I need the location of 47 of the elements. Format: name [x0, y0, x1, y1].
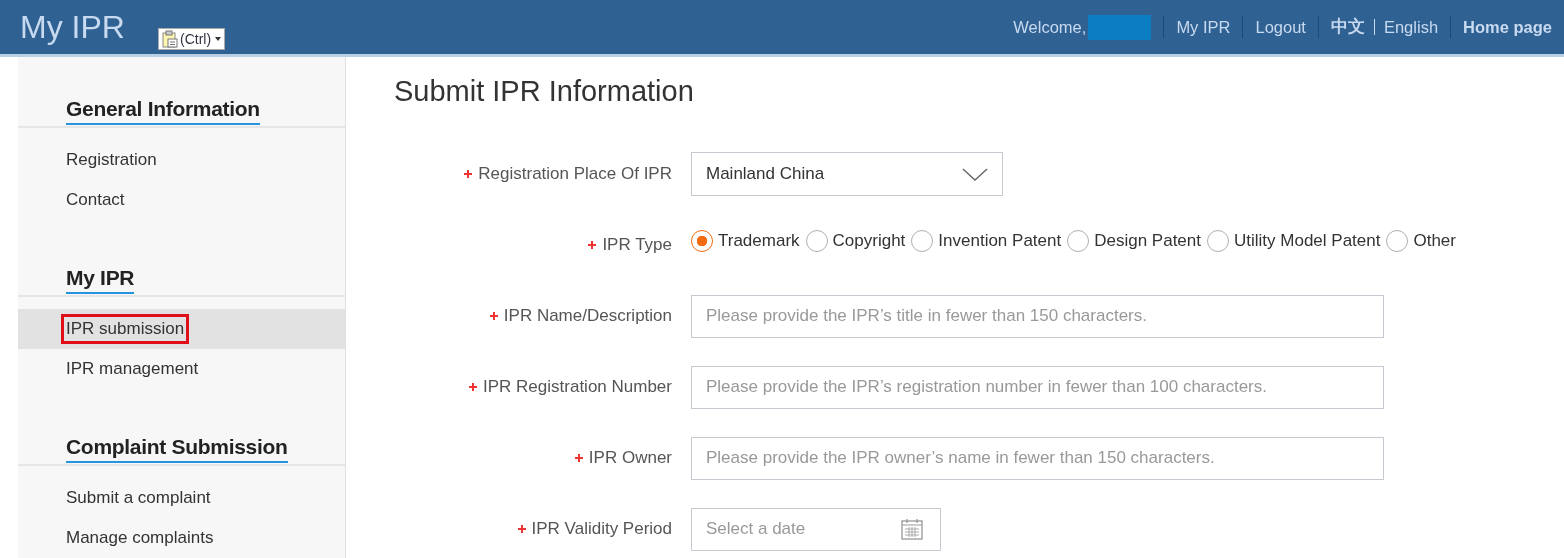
- sidebar-item[interactable]: Contact: [18, 180, 345, 220]
- caret-icon: [215, 37, 222, 41]
- field-label: Registration Place Of IPR: [478, 164, 672, 184]
- sidebar-item[interactable]: Registration: [18, 140, 345, 180]
- sidebar-item[interactable]: IPR submission: [18, 309, 345, 349]
- calendar-icon: [901, 517, 923, 540]
- radio-button[interactable]: [1067, 230, 1090, 252]
- radio-button[interactable]: [691, 230, 713, 252]
- field-label: IPR Validity Period: [531, 519, 672, 539]
- redacted-username: [1088, 14, 1152, 40]
- radio-option[interactable]: Copyright: [805, 230, 906, 252]
- sidebar-item[interactable]: IPR management: [18, 349, 345, 389]
- chevron-down-icon: [962, 167, 988, 181]
- dropdown[interactable]: Mainland China: [691, 152, 1003, 196]
- input-field[interactable]: Please provide the IPR’s registration number in fewer than 100 characters.: [691, 365, 1384, 409]
- home-page-link[interactable]: Home page: [1463, 17, 1552, 37]
- language-link[interactable]: 中文: [1330, 16, 1365, 38]
- sidebar-item[interactable]: Submit a complaint: [18, 478, 345, 518]
- input-field[interactable]: Please provide the IPR’s title in fewer than 150 characters.: [691, 294, 1384, 338]
- radio-button[interactable]: [805, 230, 828, 252]
- sidebar-item[interactable]: Manage complaints: [18, 518, 345, 558]
- clipboard-icon: [162, 30, 178, 48]
- paste-options-button[interactable]: (Ctrl): [158, 28, 226, 50]
- radio-option[interactable]: Utility Model Patent: [1207, 230, 1381, 252]
- field-label: IPR Name/Description: [503, 306, 672, 326]
- radio-button[interactable]: [911, 230, 934, 252]
- page-title: Submit IPR Information: [394, 75, 695, 108]
- date-field[interactable]: Select a date: [691, 507, 941, 551]
- language-link[interactable]: English: [1383, 17, 1439, 37]
- section-heading: Complaint Submission: [66, 435, 288, 463]
- radio-button[interactable]: [1386, 230, 1409, 252]
- nav-link[interactable]: My IPR: [1176, 17, 1231, 37]
- highlight-frame: IPR submission: [64, 317, 187, 341]
- radio-option[interactable]: Design Patent: [1067, 230, 1201, 252]
- input-field[interactable]: Please provide the IPR owner’s name in fewer than 150 characters.: [691, 436, 1384, 480]
- radio-option[interactable]: Invention Patent: [911, 230, 1062, 252]
- section-heading: My IPR: [66, 266, 135, 294]
- radio-option[interactable]: Other: [1386, 230, 1456, 252]
- section-heading: General Information: [66, 97, 260, 125]
- field-label: IPR Owner: [588, 448, 672, 468]
- site-title: My IPR: [20, 8, 125, 46]
- welcome-text: Welcome,: [1013, 17, 1087, 37]
- field-label: IPR Registration Number: [483, 377, 672, 397]
- radio-button[interactable]: [1207, 230, 1229, 252]
- nav-link[interactable]: Logout: [1255, 17, 1306, 37]
- radio-option[interactable]: Trademark: [691, 230, 800, 252]
- field-label: IPR Type: [602, 235, 672, 255]
